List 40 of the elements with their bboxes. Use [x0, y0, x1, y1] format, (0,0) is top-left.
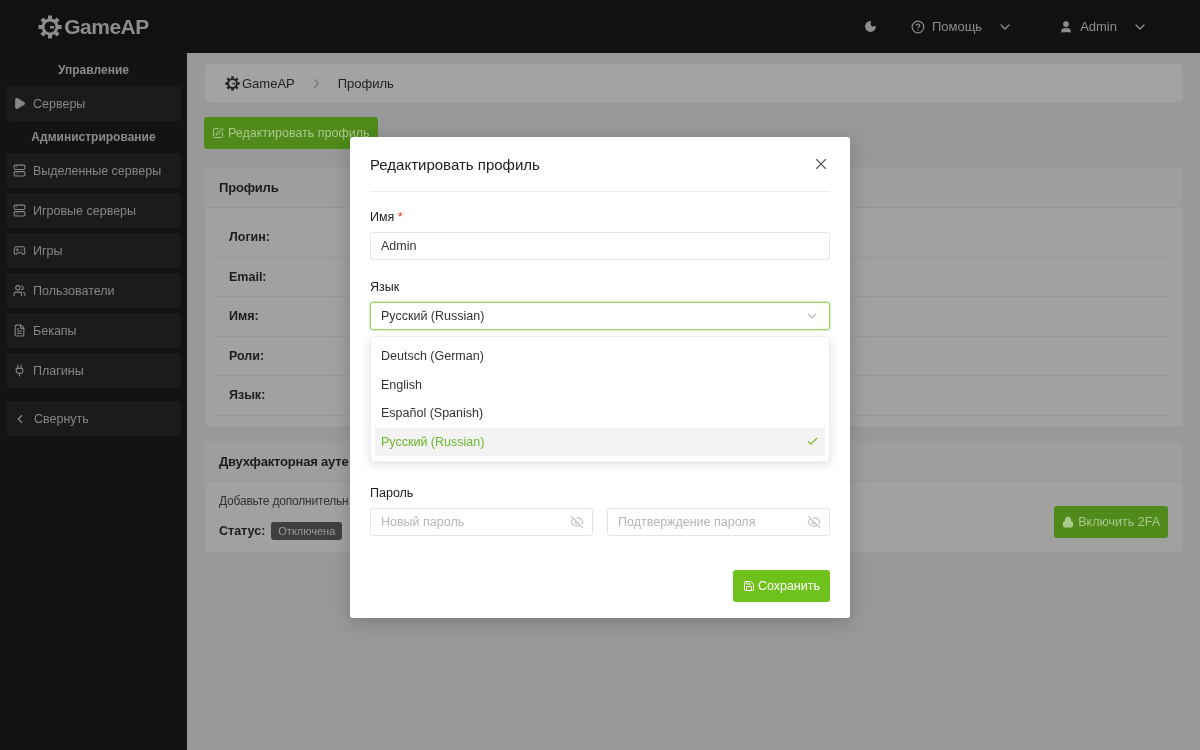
- edit-icon: [212, 127, 224, 139]
- field-label: Язык: [370, 280, 400, 294]
- moon-icon[interactable]: [863, 20, 877, 33]
- users-icon: [13, 284, 26, 297]
- dropdown-option[interactable]: Deutsch (German): [375, 342, 825, 371]
- save-icon: [742, 580, 755, 592]
- sidebar-item[interactable]: Пользователи: [6, 273, 181, 308]
- gear-icon: [38, 14, 63, 39]
- user-menu[interactable]: Admin: [1059, 18, 1148, 35]
- user-icon: [1059, 19, 1074, 34]
- section-title: Администрирование: [30, 129, 157, 146]
- section-title: Управление: [57, 62, 130, 79]
- breadcrumb-link[interactable]: GameAP: [242, 75, 295, 91]
- breadcrumb-current: Профиль: [337, 75, 394, 91]
- sidebar-item[interactable]: Игры: [6, 233, 181, 268]
- server-icon: [13, 204, 26, 217]
- name-input[interactable]: Admin: [370, 232, 830, 260]
- help-menu[interactable]: Помощь: [910, 18, 1014, 35]
- sidebar-item[interactable]: Бекапы: [6, 313, 181, 348]
- status-label: Статус:: [219, 523, 266, 538]
- lock-icon: [1062, 515, 1075, 528]
- sidebar-item[interactable]: Выделенные серверы: [6, 153, 181, 188]
- sidebar-item[interactable]: Плагины: [6, 353, 181, 388]
- help-icon: [910, 19, 925, 34]
- gear-icon: [225, 75, 240, 91]
- collapse-button[interactable]: Свернуть: [6, 401, 181, 436]
- status-badge: Отключена: [271, 521, 343, 540]
- logo-text: GameAP: [64, 14, 149, 39]
- description-text: Добавьте дополнительн: [219, 493, 349, 508]
- sidebar-item[interactable]: Игровые серверы: [6, 193, 181, 228]
- gamepad-icon: [13, 244, 26, 257]
- server-icon: [13, 164, 26, 177]
- language-select[interactable]: Русский (Russian): [370, 302, 830, 330]
- file-icon: [13, 324, 26, 337]
- plug-icon: [13, 364, 26, 377]
- new-password-input[interactable]: Новый пароль: [370, 508, 593, 536]
- field-label: Пароль: [370, 486, 414, 500]
- confirm-password-input[interactable]: Подтверждение пароля: [607, 508, 830, 536]
- play-icon: [13, 97, 26, 110]
- sidebar-item[interactable]: Серверы: [6, 86, 181, 121]
